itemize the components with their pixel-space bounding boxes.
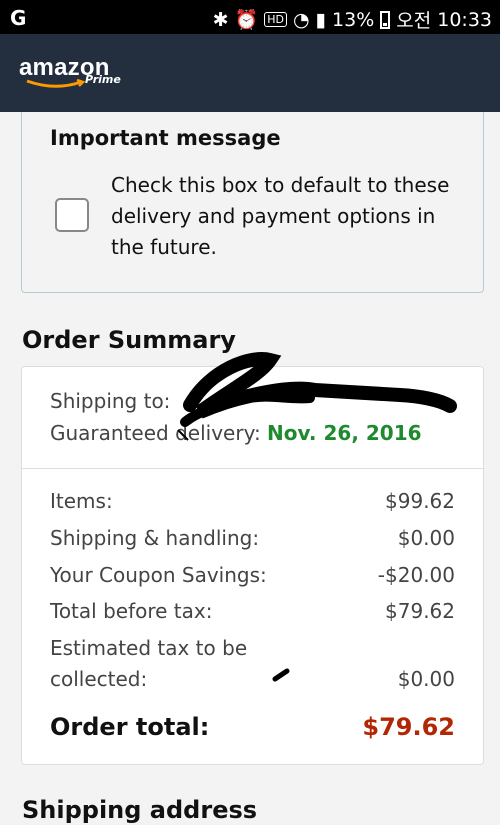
summary-row-before-tax: Total before tax: $79.62 bbox=[50, 599, 455, 623]
wifi-icon: ◔ bbox=[292, 8, 310, 31]
smile-arrow-icon bbox=[26, 79, 86, 88]
order-summary-card: Shipping to: Guaranteed delivery: Nov. 2… bbox=[21, 366, 484, 765]
guaranteed-delivery-date: Nov. 26, 2016 bbox=[267, 421, 422, 445]
order-total-value: $79.62 bbox=[362, 713, 455, 741]
summary-label: Items: bbox=[50, 489, 113, 513]
summary-row-shipping: Shipping & handling: $0.00 bbox=[50, 526, 455, 550]
alarm-icon: ⏰ bbox=[234, 9, 259, 31]
status-bar: G ✱ ⏰ HD ◔ ▮ 13% 오전 10:33 bbox=[0, 0, 500, 34]
summary-label: Estimated tax to be collected: bbox=[50, 636, 248, 691]
amazon-prime-logo[interactable]: amazon Prime bbox=[19, 54, 121, 88]
divider bbox=[22, 468, 483, 469]
signal-icon: ▮ bbox=[315, 8, 327, 31]
important-message-title: Important message bbox=[50, 126, 281, 150]
order-summary-title: Order Summary bbox=[22, 326, 236, 354]
shipping-to-label: Shipping to: bbox=[50, 389, 171, 413]
hd-icon: HD bbox=[264, 12, 287, 27]
carrier-icon: G bbox=[10, 6, 27, 30]
summary-row-items: Items: $99.62 bbox=[50, 489, 455, 513]
battery-percent: 13% bbox=[332, 8, 375, 31]
battery-icon bbox=[380, 10, 391, 29]
clock: 10:33 bbox=[437, 8, 492, 31]
summary-value: $79.62 bbox=[385, 599, 455, 623]
order-total-label: Order total: bbox=[50, 713, 210, 741]
time-period: 오전 bbox=[396, 10, 432, 32]
order-total-row: Order total: $79.62 bbox=[50, 713, 455, 741]
shipping-address-title: Shipping address bbox=[22, 796, 258, 824]
logo-prime: Prime bbox=[85, 73, 121, 86]
summary-value: -$20.00 bbox=[377, 563, 455, 587]
summary-label: Your Coupon Savings: bbox=[50, 563, 267, 587]
guaranteed-delivery: Guaranteed delivery: Nov. 26, 2016 bbox=[50, 421, 422, 445]
guaranteed-delivery-label: Guaranteed delivery: bbox=[50, 421, 261, 445]
summary-value: $0.00 bbox=[397, 667, 455, 691]
default-options-checkbox[interactable] bbox=[55, 198, 89, 232]
summary-row-coupon: Your Coupon Savings: -$20.00 bbox=[50, 563, 455, 587]
app-header: amazon Prime bbox=[0, 34, 500, 112]
status-icons: ✱ ⏰ HD ◔ ▮ 13% 오전 10:33 bbox=[213, 6, 492, 33]
important-message-text: Check this box to default to these deliv… bbox=[111, 173, 450, 259]
summary-value: $0.00 bbox=[397, 526, 455, 550]
summary-row-tax: Estimated tax to be collected: $0.00 bbox=[50, 633, 455, 695]
summary-value: $99.62 bbox=[385, 489, 455, 513]
summary-label: Total before tax: bbox=[50, 599, 213, 623]
important-message-card: Important message Check this box to defa… bbox=[21, 112, 484, 293]
summary-label: Shipping & handling: bbox=[50, 526, 260, 550]
bluetooth-icon: ✱ bbox=[212, 8, 229, 31]
